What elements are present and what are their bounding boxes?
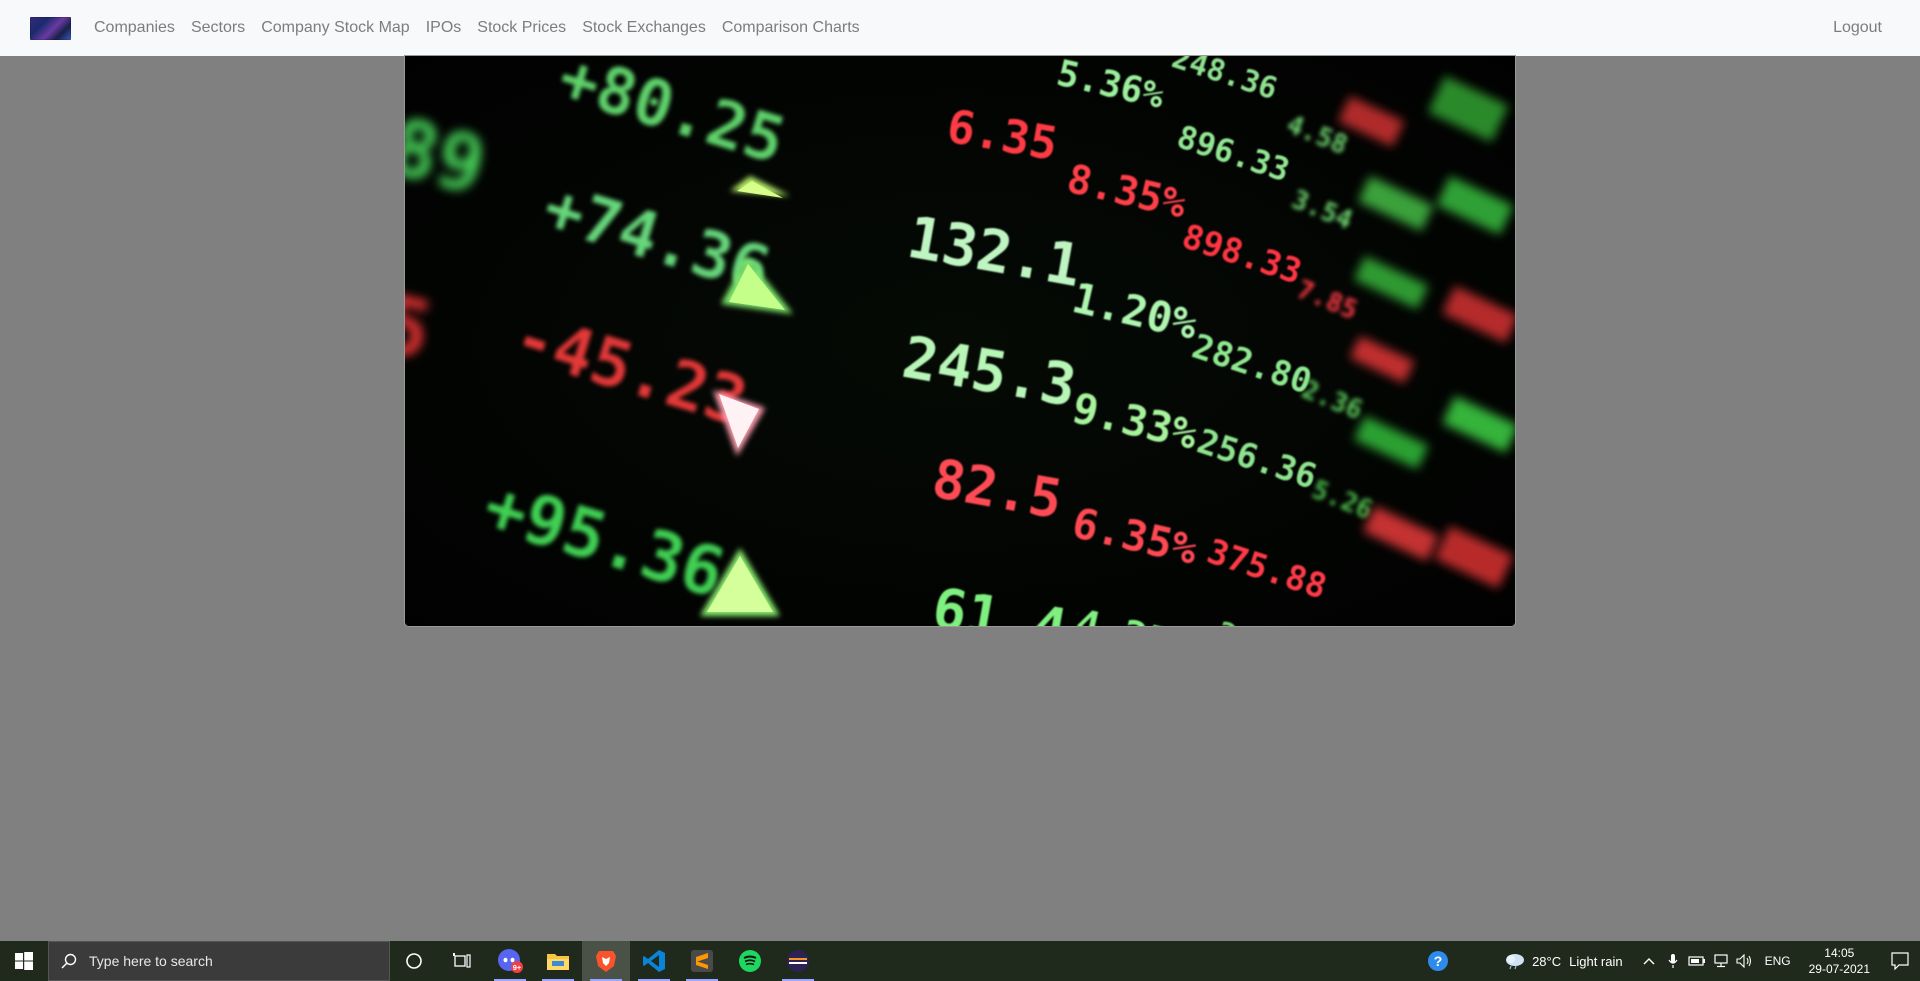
top-navbar: Companies Sectors Company Stock Map IPOs… <box>0 0 1920 56</box>
battery-plug-icon <box>1687 956 1705 966</box>
spotify-taskbar-app[interactable] <box>726 941 774 981</box>
discord-badge: 9+ <box>513 963 522 972</box>
search-placeholder: Type here to search <box>89 953 213 969</box>
brave-lion-icon <box>596 951 616 972</box>
microphone-icon <box>1668 954 1678 968</box>
task-view-button[interactable] <box>438 941 486 981</box>
spotify-icon <box>739 950 761 972</box>
vscode-icon <box>643 950 665 972</box>
microphone-tray[interactable] <box>1661 941 1685 981</box>
file-explorer-taskbar-app[interactable] <box>534 941 582 981</box>
nav-link-stock-prices[interactable]: Stock Prices <box>477 19 566 37</box>
vscode-taskbar-app[interactable] <box>630 941 678 981</box>
discord-icon: 9+ <box>498 949 523 973</box>
brave-browser-taskbar-app[interactable] <box>582 941 630 981</box>
weather-temp[interactable]: 28°C <box>1532 954 1561 969</box>
task-view-icon <box>453 953 471 968</box>
cloud-rain-icon <box>1506 954 1525 970</box>
stock-ticker-hero-image: 89 5 +80.25 +74.36 -45.23 +95.36 6.35 13… <box>405 56 1515 626</box>
nav-links: Companies Sectors Company Stock Map IPOs… <box>94 19 876 37</box>
nav-link-sectors[interactable]: Sectors <box>191 19 245 37</box>
taskbar-clock[interactable]: 14:05 29-07-2021 <box>1799 945 1880 977</box>
eclipse-ide-icon <box>787 950 809 972</box>
weather-desc[interactable]: Light rain <box>1569 954 1622 969</box>
network-icon <box>1713 954 1728 968</box>
weather-widget-icon-wrap[interactable] <box>1500 941 1530 981</box>
nav-link-stock-exchanges[interactable]: Stock Exchanges <box>582 19 706 37</box>
volume-tray[interactable] <box>1733 941 1757 981</box>
sublime-text-taskbar-app[interactable] <box>678 941 726 981</box>
sublime-text-icon <box>691 950 713 972</box>
clock-date: 29-07-2021 <box>1808 962 1870 976</box>
cortana-circle-icon <box>406 953 422 969</box>
windows-logo-icon <box>15 952 33 970</box>
stock-ticker-graphic: 89 5 +80.25 +74.36 -45.23 +95.36 6.35 13… <box>405 56 1515 626</box>
cortana-button[interactable] <box>390 941 438 981</box>
nav-link-comparison-charts[interactable]: Comparison Charts <box>722 19 860 37</box>
system-tray: ? 28°C Light rain ENG 14:05 29-07-2021 <box>1418 941 1920 981</box>
nav-link-ipos[interactable]: IPOs <box>426 19 462 37</box>
notification-center-icon <box>1891 952 1909 970</box>
battery-tray[interactable] <box>1685 941 1709 981</box>
nav-link-company-stock-map[interactable]: Company Stock Map <box>261 19 410 37</box>
svg-text:?: ? <box>1434 953 1443 969</box>
speaker-icon <box>1736 954 1751 968</box>
start-button[interactable] <box>0 941 48 981</box>
notifications-button[interactable] <box>1880 941 1920 981</box>
clock-time: 14:05 <box>1824 946 1855 960</box>
logout-link[interactable]: Logout <box>1833 19 1882 37</box>
help-button[interactable]: ? <box>1418 941 1458 981</box>
folder-icon <box>547 954 569 970</box>
search-icon <box>61 953 77 969</box>
windows-taskbar: Type here to search 9+ ? 28°C Light rain… <box>0 941 1920 981</box>
discord-taskbar-app[interactable]: 9+ <box>486 941 534 981</box>
eclipse-taskbar-app[interactable] <box>774 941 822 981</box>
network-tray[interactable] <box>1709 941 1733 981</box>
nav-link-companies[interactable]: Companies <box>94 19 175 37</box>
show-hidden-icons-button[interactable] <box>1637 941 1661 981</box>
language-indicator[interactable]: ENG <box>1765 954 1791 968</box>
chevron-up-icon <box>1643 958 1655 965</box>
help-icon: ? <box>1428 951 1449 971</box>
taskbar-search-box[interactable]: Type here to search <box>48 941 390 981</box>
brand-logo[interactable] <box>30 16 71 40</box>
